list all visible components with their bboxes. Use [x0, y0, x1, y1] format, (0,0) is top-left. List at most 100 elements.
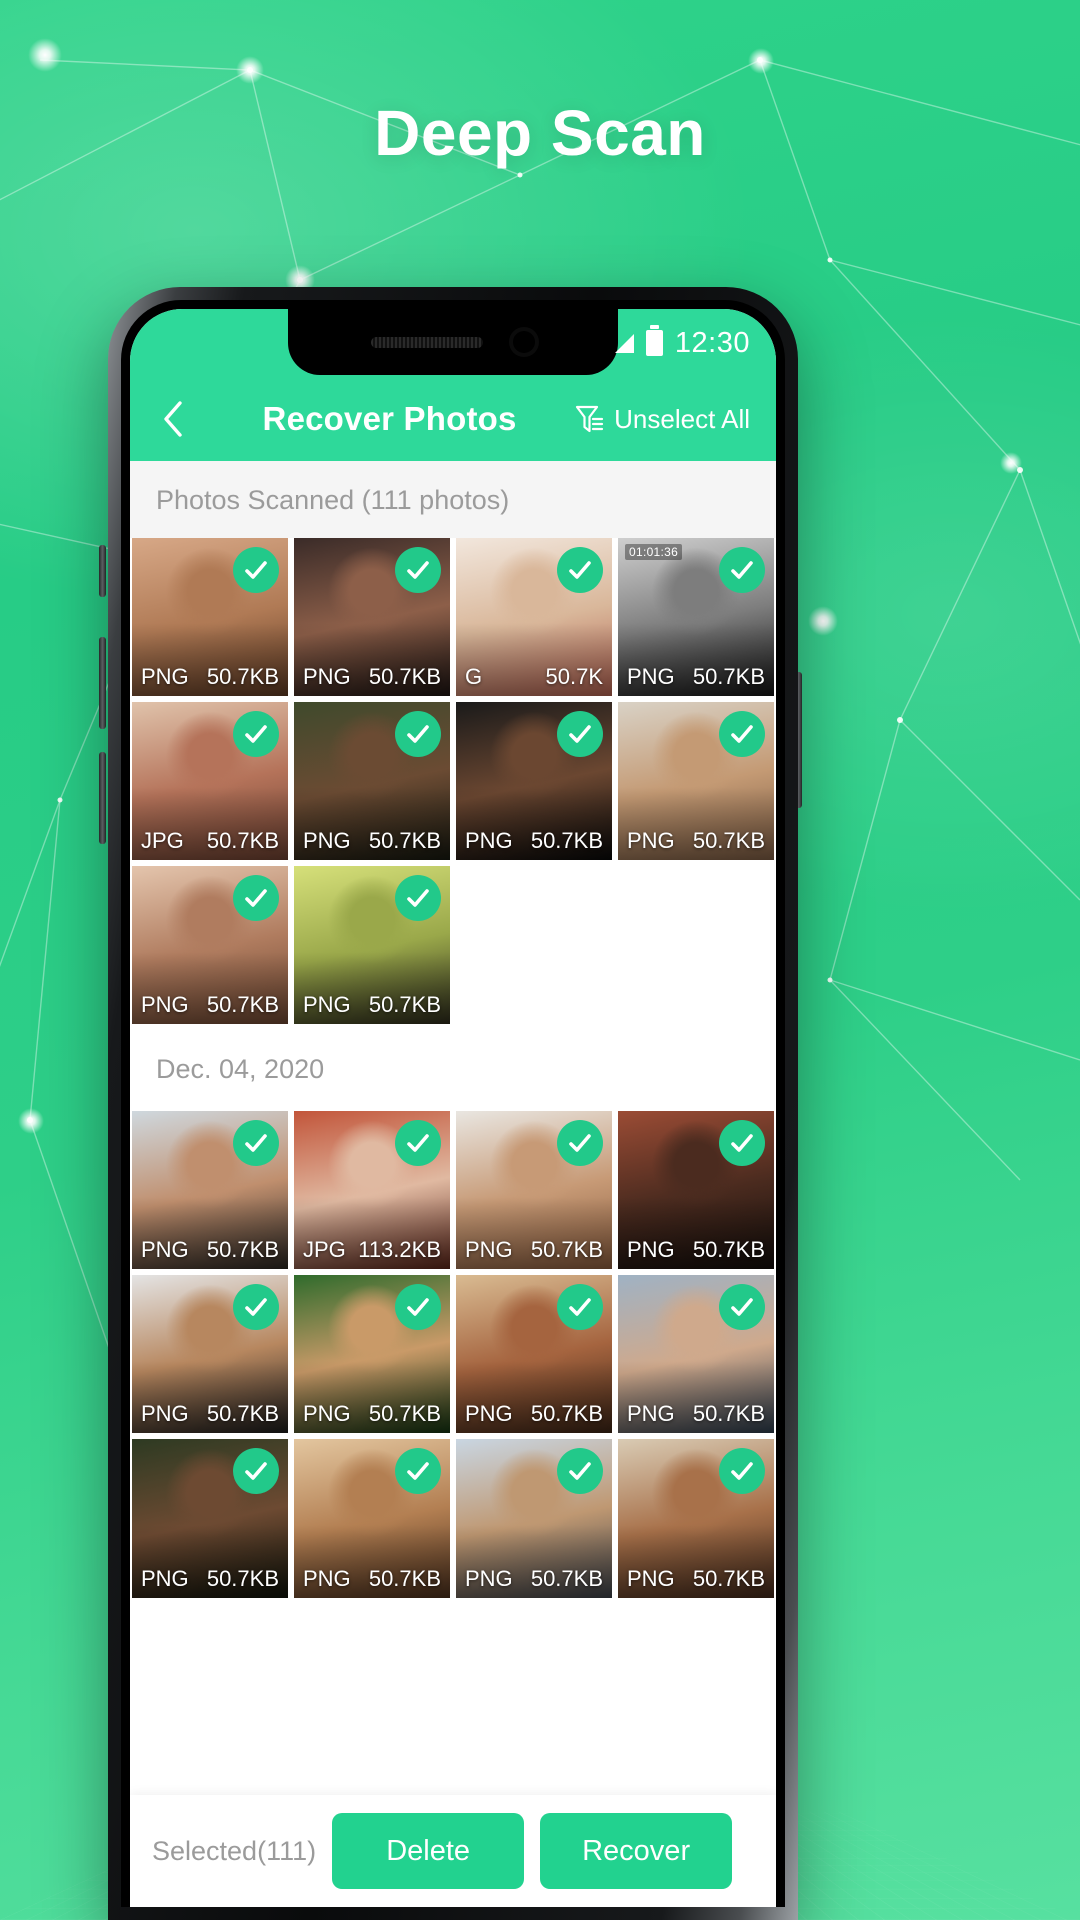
photo-size-label: 50.7KB [530, 1565, 603, 1591]
photo-cell[interactable]: PNG 50.7KB [294, 702, 450, 861]
photo-select-checkbox[interactable] [233, 875, 279, 922]
photo-size-label: 50.7KB [206, 1401, 279, 1427]
app-bar-title: Recover Photos [262, 400, 517, 437]
section-header-date: Dec. 04, 2020 [130, 1024, 776, 1112]
photo-cell[interactable]: PNG 50.7KB [456, 1111, 612, 1270]
photo-meta: JPG 50.7KB [132, 828, 288, 854]
promo-stage: Deep Scan 12:30 Recover Photos Unselect … [0, 0, 1080, 1920]
photo-cell[interactable]: PNG 50.7KB [294, 866, 450, 1025]
photo-size-label: 50.7KB [206, 664, 279, 690]
sparkle [18, 1108, 44, 1134]
photo-size-label: 50.7KB [692, 1565, 765, 1591]
photo-select-checkbox[interactable] [557, 547, 603, 593]
photo-cell[interactable]: PNG 50.7KB [618, 1275, 774, 1434]
photo-format-label: PNG [303, 1401, 351, 1427]
photo-cell[interactable]: PNG 50.7KB [294, 538, 450, 697]
status-bar: 12:30 [130, 309, 776, 377]
photo-format-label: PNG [465, 1565, 513, 1591]
photo-select-checkbox[interactable] [719, 711, 765, 758]
back-chevron-icon[interactable] [156, 401, 190, 437]
photo-cell[interactable]: PNG 50.7KB [132, 1439, 288, 1598]
photo-size-label: 50.7KB [368, 992, 441, 1018]
photo-size-label: 50.7KB [368, 828, 441, 854]
photo-format-label: PNG [465, 1401, 513, 1427]
photo-select-checkbox[interactable] [557, 711, 603, 758]
photo-size-label: 113.2KB [358, 1237, 441, 1263]
photo-grid-group-2: PNG 50.7KB JPG 113.2KB PNG 50.7KB PNG 50.7KB PNG… [130, 1111, 776, 1598]
photo-format-label: PNG [141, 664, 189, 690]
photo-cell[interactable]: 01:01:36 PNG 50.7KB [618, 538, 774, 697]
photo-format-label: PNG [303, 664, 351, 690]
bottom-action-bar: Selected(111) Delete Recover [130, 1795, 776, 1907]
photo-select-checkbox[interactable] [719, 1120, 765, 1167]
photo-cell[interactable]: PNG 50.7KB [132, 538, 288, 697]
photo-cell[interactable]: PNG 50.7KB [618, 1111, 774, 1270]
photo-meta: PNG 50.7KB [132, 992, 288, 1018]
photo-format-label: PNG [303, 1565, 351, 1591]
photo-cell[interactable]: PNG 50.7KB [456, 702, 612, 861]
photo-select-checkbox[interactable] [233, 1120, 279, 1167]
photo-meta: JPG 113.2KB [294, 1237, 450, 1263]
phone-screen: 12:30 Recover Photos Unselect All Photos… [130, 309, 776, 1907]
photo-select-checkbox[interactable] [557, 1120, 603, 1167]
photo-list-scroll[interactable]: Photos Scanned (111 photos) PNG 50.7KB PNG… [130, 461, 776, 1795]
photo-cell[interactable]: PNG 50.7KB [618, 702, 774, 861]
photo-cell[interactable]: JPG 50.7KB [132, 702, 288, 861]
filter-funnel-icon [575, 404, 604, 435]
photo-select-checkbox[interactable] [395, 547, 441, 593]
sparkle [808, 606, 838, 636]
photo-meta: PNG 50.7KB [294, 992, 450, 1018]
recover-button[interactable]: Recover [540, 1813, 733, 1889]
photo-select-checkbox[interactable] [395, 875, 441, 922]
photo-format-label: PNG [303, 992, 351, 1018]
volume-down-button [99, 752, 106, 844]
photo-meta: PNG 50.7KB [618, 1401, 774, 1427]
photo-size-label: 50.7KB [530, 828, 603, 854]
photo-meta: PNG 50.7KB [132, 664, 288, 690]
photo-size-label: 50.7KB [206, 1565, 279, 1591]
photo-meta: PNG 50.7KB [294, 1566, 450, 1592]
photo-cell[interactable]: PNG 50.7KB [294, 1275, 450, 1434]
photo-meta: PNG 50.7KB [456, 1401, 612, 1427]
photo-meta: PNG 50.7KB [132, 1566, 288, 1592]
photo-size-label: 50.7KB [368, 1565, 441, 1591]
photo-meta: PNG 50.7KB [618, 828, 774, 854]
photo-meta: PNG 50.7KB [456, 1566, 612, 1592]
photo-select-checkbox[interactable] [233, 547, 279, 593]
photo-cell[interactable]: PNG 50.7KB [456, 1439, 612, 1598]
photo-cell[interactable]: PNG 50.7KB [456, 1275, 612, 1434]
photo-cell[interactable]: PNG 50.7KB [132, 866, 288, 1025]
phone-mockup: 12:30 Recover Photos Unselect All Photos… [108, 287, 798, 1920]
sparkle [1000, 452, 1022, 474]
photo-meta: PNG 50.7KB [618, 1566, 774, 1592]
photo-select-checkbox[interactable] [233, 711, 279, 758]
photo-size-label: 50.7KB [692, 828, 765, 854]
front-camera-icon [513, 331, 535, 353]
photo-format-label: PNG [141, 1237, 189, 1263]
photo-format-label: PNG [141, 1565, 189, 1591]
section-header-scanned: Photos Scanned (111 photos) [130, 461, 776, 538]
notch [288, 309, 618, 375]
photo-size-label: 50.7KB [368, 664, 441, 690]
photo-cell[interactable]: PNG 50.7KB [618, 1439, 774, 1598]
photo-format-label: PNG [303, 828, 351, 854]
photo-size-label: 50.7KB [206, 1237, 279, 1263]
photo-format-label: PNG [465, 828, 513, 854]
unselect-all-button[interactable]: Unselect All [575, 404, 750, 435]
photo-cell[interactable]: PNG 50.7KB [132, 1111, 288, 1270]
sparkle [748, 48, 774, 74]
battery-icon [645, 325, 663, 356]
photo-size-label: 50.7KB [206, 828, 279, 854]
photo-select-checkbox[interactable] [395, 1120, 441, 1167]
photo-cell[interactable]: JPG 113.2KB [294, 1111, 450, 1270]
app-bar: Recover Photos Unselect All [130, 377, 776, 461]
photo-cell[interactable]: G 50.7K [456, 538, 612, 697]
earpiece-speaker [371, 336, 483, 348]
photo-meta: PNG 50.7KB [618, 664, 774, 690]
photo-select-checkbox[interactable] [719, 547, 765, 593]
photo-cell[interactable]: PNG 50.7KB [294, 1439, 450, 1598]
delete-button[interactable]: Delete [332, 1813, 525, 1889]
photo-cell[interactable]: PNG 50.7KB [132, 1275, 288, 1434]
mute-switch [99, 545, 106, 597]
photo-select-checkbox[interactable] [395, 711, 441, 758]
